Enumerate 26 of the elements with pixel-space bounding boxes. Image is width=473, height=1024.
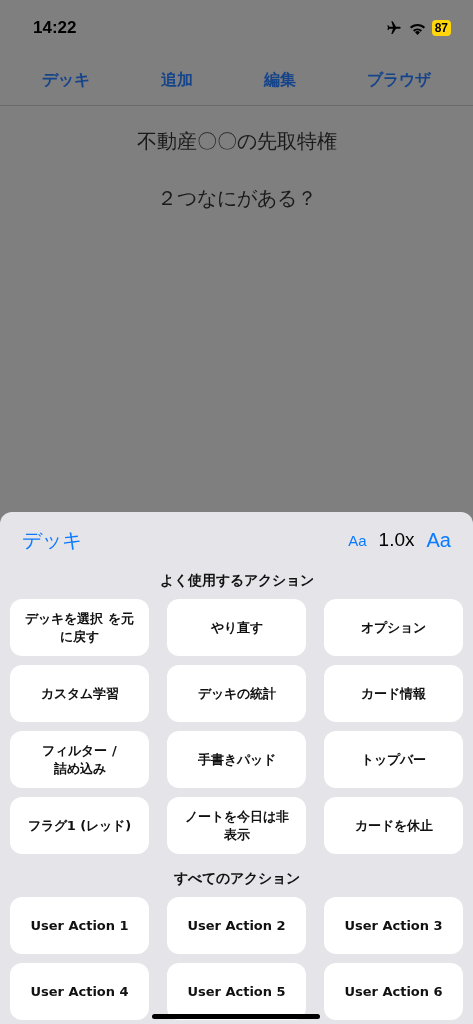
action-button[interactable]: オプション [324, 599, 463, 656]
section-title: すべてのアクション [172, 870, 301, 888]
action-button[interactable]: デッキを選択 を元に戻す [10, 599, 149, 656]
action-button[interactable]: カードを休止 [324, 797, 463, 854]
action-button[interactable]: デッキの統計 [167, 665, 306, 722]
action-button[interactable]: User Action 6 [324, 963, 463, 1020]
zoom-level: 1.0x [378, 529, 415, 551]
action-button[interactable]: User Action 2 [167, 897, 306, 954]
action-button[interactable]: ノートを今日は非表示 [167, 797, 306, 854]
action-button[interactable]: フィルター / 詰め込み [10, 731, 149, 788]
action-button[interactable]: User Action 5 [167, 963, 306, 1020]
action-button[interactable]: フラグ1 (レッド) [10, 797, 149, 854]
status-time: 14:22 [33, 18, 77, 38]
card-text: 不動産〇〇の先取特権 [136, 128, 337, 155]
card-text: ２つなにがある？ [156, 185, 317, 212]
wifi-icon [408, 21, 426, 35]
action-button[interactable]: User Action 3 [324, 897, 463, 954]
action-button[interactable]: 手書きパッド [167, 731, 306, 788]
section-title: よく使用するアクション [158, 572, 315, 590]
action-button[interactable]: カスタム学習 [10, 665, 149, 722]
action-button[interactable]: やり直す [167, 599, 306, 656]
action-button[interactable]: User Action 4 [10, 963, 149, 1020]
action-button[interactable]: トップバー [324, 731, 463, 788]
action-button[interactable]: User Action 1 [10, 897, 149, 954]
action-button[interactable]: カード情報 [324, 665, 463, 722]
battery-level: 87 [431, 20, 451, 36]
